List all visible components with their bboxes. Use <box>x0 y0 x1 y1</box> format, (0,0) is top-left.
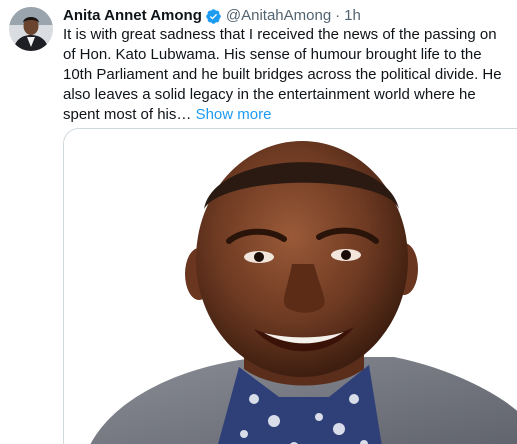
tweet-text-content: It is with great sadness that I received… <box>63 26 502 123</box>
portrait-photo <box>64 129 517 444</box>
tweet-text: It is with great sadness that I received… <box>63 25 513 125</box>
author-avatar[interactable] <box>9 7 53 51</box>
author-handle[interactable]: @AnitahAmong <box>226 6 331 26</box>
avatar-image <box>9 7 53 51</box>
verified-badge-icon <box>205 8 222 25</box>
separator-dot: · <box>335 7 341 24</box>
tweet[interactable]: Anita Annet Among @AnitahAmong · 1h It i… <box>0 0 517 444</box>
tweet-header: Anita Annet Among @AnitahAmong · 1h <box>63 6 361 26</box>
post-timestamp[interactable]: 1h <box>344 6 361 26</box>
show-more-link[interactable]: Show more <box>196 106 272 123</box>
author-display-name[interactable]: Anita Annet Among <box>63 6 202 26</box>
tweet-media[interactable] <box>63 128 517 444</box>
